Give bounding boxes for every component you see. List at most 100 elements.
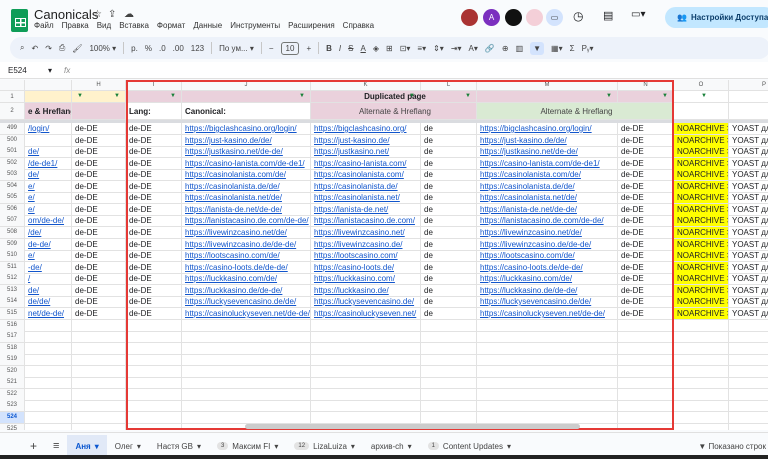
cell-k[interactable]: https://lootscasino.com/ — [311, 250, 421, 262]
cell-h[interactable]: de-DE — [72, 227, 126, 239]
empty-cell[interactable] — [25, 354, 72, 366]
column-header[interactable]: P — [729, 80, 768, 91]
row-header[interactable]: 1 — [0, 91, 25, 103]
menu-item[interactable]: Инструменты — [230, 21, 280, 30]
filter-icon[interactable]: ▼ — [662, 93, 668, 99]
filter-icon[interactable]: ▼ — [606, 93, 612, 99]
chevron-down-icon[interactable]: ▾ — [274, 442, 278, 451]
filter-icon[interactable]: ▼ — [409, 93, 415, 99]
empty-cell[interactable] — [618, 354, 674, 366]
link-icon[interactable]: 🔗 — [485, 44, 495, 53]
menu-item[interactable]: Правка — [62, 21, 89, 30]
font-size-decrease[interactable]: − — [269, 44, 274, 53]
cell-j[interactable]: https://luckkasino.com/de/ — [182, 273, 311, 285]
row-header[interactable]: 515 — [0, 308, 25, 320]
cell-h[interactable]: de-DE — [72, 215, 126, 227]
sheet-tab[interactable]: Аня ▾ — [67, 435, 107, 457]
functions-icon[interactable]: Σ — [570, 44, 575, 53]
cell-h[interactable]: de-DE — [72, 146, 126, 158]
empty-cell[interactable] — [72, 354, 126, 366]
empty-cell[interactable] — [729, 400, 768, 412]
cell-g[interactable]: om/de-de/ — [25, 215, 72, 227]
cell-g[interactable]: de/ — [25, 146, 72, 158]
cell-i[interactable]: de-DE — [126, 250, 182, 262]
font-select[interactable]: По ум... ▾ — [219, 44, 254, 53]
menu-item[interactable]: Файл — [34, 21, 54, 30]
increase-decimal-button[interactable]: .00 — [173, 44, 184, 53]
cell-l[interactable]: de — [421, 296, 477, 308]
chevron-down-icon[interactable]: ▾ — [351, 442, 355, 451]
share-button[interactable]: 👥 Настройки Доступа — [665, 7, 768, 28]
merge-icon[interactable]: ⊡▾ — [400, 44, 411, 53]
cell-n[interactable]: de-DE — [618, 308, 674, 320]
empty-cell[interactable] — [25, 412, 72, 424]
decrease-decimal-button[interactable]: .0 — [159, 44, 166, 53]
empty-cell[interactable] — [25, 331, 72, 343]
empty-cell[interactable] — [311, 400, 421, 412]
column-header[interactable]: M — [477, 80, 618, 91]
cell-n[interactable]: de-DE — [618, 192, 674, 204]
menu-item[interactable]: Формат — [157, 21, 185, 30]
cell-p[interactable]: YOAST для — [729, 215, 768, 227]
sheet-tab[interactable]: Олег ▾ — [107, 435, 149, 457]
cell-m[interactable]: https://lanistacasino.de.com/de-de/ — [477, 215, 618, 227]
search-icon[interactable]: ⌕ — [20, 43, 24, 53]
cell-g[interactable]: /de/ — [25, 227, 72, 239]
empty-cell[interactable] — [126, 412, 182, 424]
cell-k[interactable]: https://luckysevencasino.de/ — [311, 296, 421, 308]
cell-j[interactable]: https://livewinzcasino.net/de/ — [182, 227, 311, 239]
cell-g[interactable]: e/ — [25, 192, 72, 204]
cell-j[interactable]: https://casinolanista.com/de/ — [182, 169, 311, 181]
chevron-down-icon[interactable]: ▾ — [95, 442, 99, 451]
formula-input[interactable] — [80, 66, 760, 76]
empty-cell[interactable] — [25, 424, 72, 430]
cell-m[interactable]: https://bigclashcasino.org/login/ — [477, 123, 618, 135]
all-sheets-button[interactable]: ≡ — [45, 435, 67, 457]
empty-cell[interactable] — [311, 331, 421, 343]
empty-cell[interactable] — [72, 424, 126, 430]
cell-p[interactable]: YOAST для — [729, 308, 768, 320]
row-header[interactable]: 524 — [0, 412, 25, 424]
empty-cell[interactable] — [182, 377, 311, 389]
cell-j[interactable]: https://lanistacasino.de.com/de-de/ — [182, 215, 311, 227]
menu-item[interactable]: Вид — [97, 21, 111, 30]
filter-icon[interactable]: ▼ — [114, 93, 120, 99]
empty-cell[interactable] — [674, 331, 729, 343]
cell-g[interactable]: net/de-de/ — [25, 308, 72, 320]
cell-l[interactable]: de — [421, 273, 477, 285]
sheet-tab[interactable]: 3 Максим FI ▾ — [209, 435, 286, 457]
row-header[interactable]: 499 — [0, 123, 25, 135]
empty-cell[interactable] — [421, 412, 477, 424]
cell-i[interactable]: de-DE — [126, 215, 182, 227]
row-header[interactable]: 525 — [0, 424, 25, 430]
comment-icon[interactable]: ⊕ — [502, 44, 509, 53]
empty-cell[interactable] — [182, 412, 311, 424]
cell-h[interactable]: de-DE — [72, 192, 126, 204]
empty-cell[interactable] — [674, 377, 729, 389]
chevron-down-icon[interactable]: ▾ — [137, 442, 141, 451]
cell-o[interactable]: NOARCHIVE > — [674, 296, 729, 308]
cell-j[interactable]: https://lootscasino.com/de/ — [182, 250, 311, 262]
font-size-input[interactable]: 10 — [280, 41, 300, 55]
cell-j[interactable]: https://casinoluckyseven.net/de-de/ — [182, 308, 311, 320]
bold-button[interactable]: B — [326, 44, 332, 53]
comments-icon[interactable]: ▤ — [603, 9, 613, 22]
empty-cell[interactable] — [729, 331, 768, 343]
select-all-corner[interactable] — [0, 80, 25, 91]
empty-cell[interactable] — [477, 400, 618, 412]
cell-m[interactable]: https://casinoluckyseven.net/de-de/ — [477, 308, 618, 320]
horizontal-scrollbar[interactable] — [245, 424, 580, 429]
avatar[interactable] — [505, 9, 522, 26]
cell-h[interactable]: de-DE — [72, 308, 126, 320]
chevron-down-icon[interactable]: ▾ — [408, 442, 412, 451]
empty-cell[interactable] — [618, 331, 674, 343]
cell-m[interactable]: https://justkasino.net/de-de/ — [477, 146, 618, 158]
cell-m[interactable]: https://livewinzcasino.net/de/ — [477, 227, 618, 239]
cell-l[interactable]: de — [421, 169, 477, 181]
column-header[interactable]: K — [311, 80, 421, 91]
chevron-down-icon[interactable]: ▾ — [197, 442, 201, 451]
cell-o[interactable]: NOARCHIVE > — [674, 215, 729, 227]
empty-cell[interactable] — [618, 400, 674, 412]
cell-k[interactable]: https://casinolanista.net/ — [311, 192, 421, 204]
add-sheet-button[interactable]: + — [22, 435, 45, 457]
